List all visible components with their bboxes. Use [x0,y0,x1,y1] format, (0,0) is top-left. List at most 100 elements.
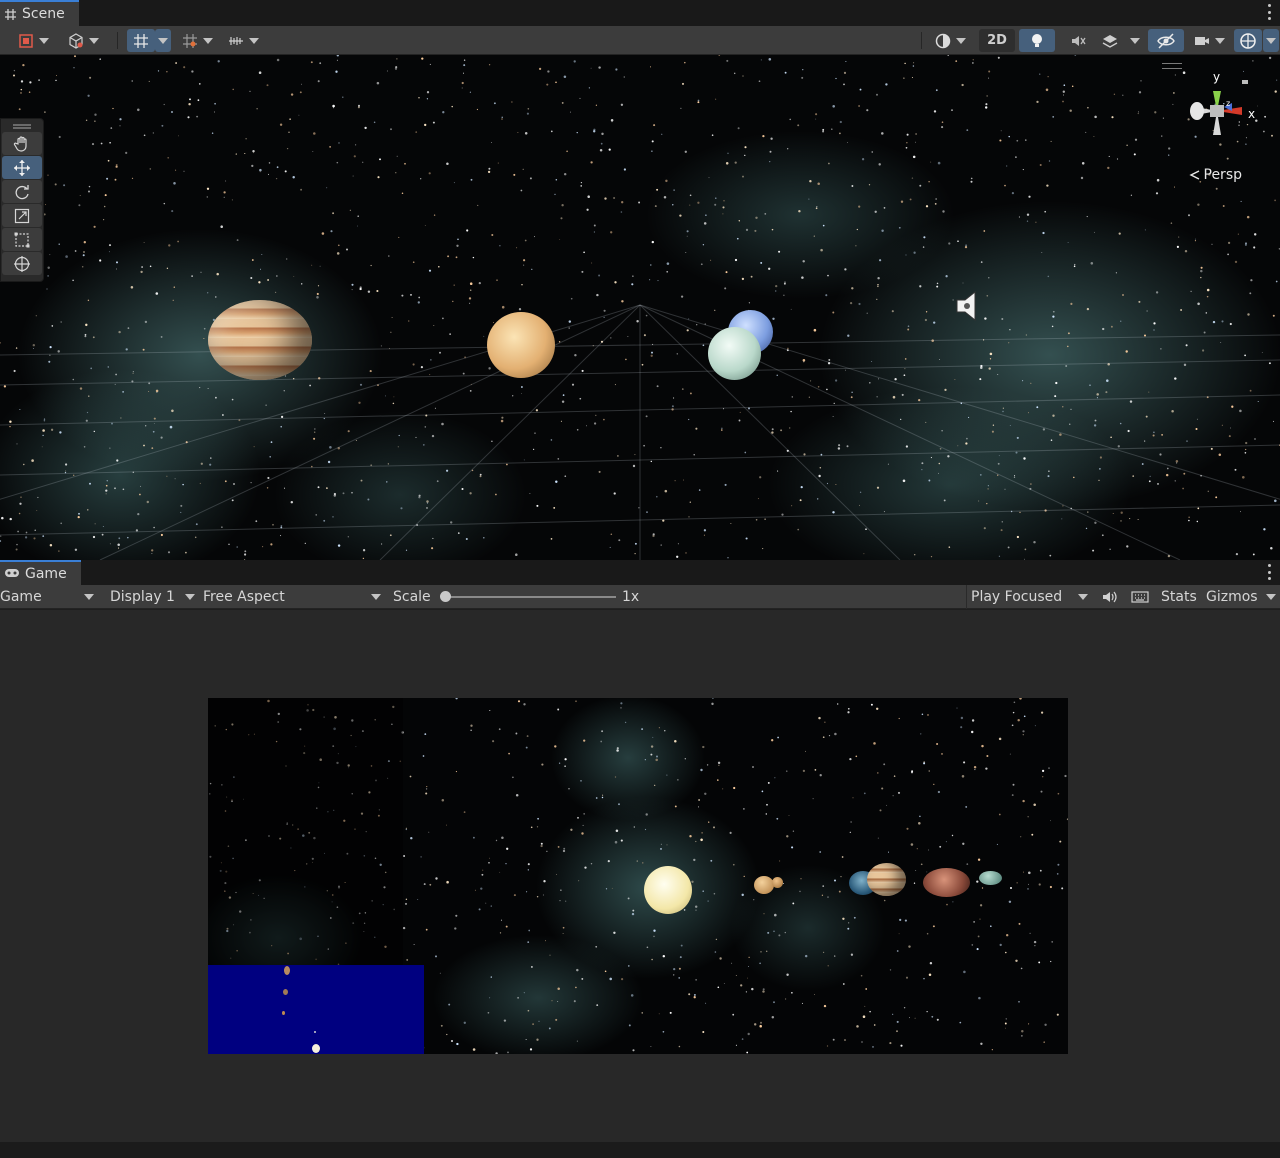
star [645,813,648,816]
rect-tool-button[interactable] [2,228,42,251]
projection-toggle[interactable]: Persp [1188,167,1242,183]
game-mode-dropdown[interactable]: Game [0,585,98,609]
hidden-eye-icon [1157,32,1175,49]
palette-drag-handle[interactable] [1,119,43,131]
grid-ruler-dropdown[interactable] [222,29,264,52]
star [897,791,901,794]
star [847,707,850,710]
scene-kebab-menu-icon[interactable] [1266,4,1272,20]
star [860,974,863,977]
display-dropdown[interactable]: Display 1 [110,585,198,609]
move-tool-button[interactable] [2,156,42,179]
star [786,770,788,772]
minimap-planet [314,1031,316,1033]
game-tab[interactable]: Game [0,560,81,585]
star [717,779,719,781]
star [655,758,658,762]
star [1005,1027,1006,1029]
planet-jupiter[interactable] [208,300,312,380]
gizmos-dropdown[interactable] [1263,29,1279,52]
star [404,902,408,905]
star [850,821,852,823]
effects-dropdown[interactable] [1126,29,1144,52]
star [642,862,644,864]
grid-snapping-dropdown[interactable] [155,29,171,52]
camera-settings-dropdown[interactable] [1188,29,1230,52]
star [557,987,560,991]
scene-viewport[interactable]: y x z Persp [0,55,1280,560]
star [799,890,801,893]
star [853,916,856,919]
star [413,944,415,945]
scene-toolbar: 2D [0,26,1280,55]
star [873,742,876,745]
keyboard-shortcuts-toggle[interactable] [1126,585,1154,609]
star [455,914,458,917]
increment-snap-dropdown[interactable] [176,29,218,52]
star [771,1015,775,1019]
effects-toggle[interactable] [1099,29,1121,52]
gizmos-toggle[interactable] [1234,29,1262,52]
star [1020,967,1023,970]
hand-tool-button[interactable] [2,132,42,155]
star [632,1049,635,1052]
star [678,977,681,979]
star [945,841,947,843]
star [1056,873,1059,875]
planet-venus[interactable] [487,312,555,378]
game-tab-bar: Game [0,560,1280,585]
star [609,977,612,981]
scale-slider-knob[interactable] [440,591,451,602]
star [903,1006,906,1009]
star [428,831,430,833]
overlay-drag-handle[interactable] [1162,63,1182,69]
grid-snapping-toggle[interactable] [127,29,155,52]
star [1041,711,1044,714]
star [926,1011,928,1013]
scene-lighting-toggle[interactable] [1019,29,1055,52]
game-planet-mars [923,868,970,897]
audio-source-icon[interactable] [955,290,981,322]
shading-sphere-dropdown[interactable] [928,29,972,52]
transform-tool-button[interactable] [2,252,42,275]
scale-slider[interactable] [440,585,618,609]
star [546,850,548,852]
star [819,851,822,853]
star [801,1002,803,1004]
star [508,752,510,755]
scene-visibility-toggle[interactable] [1148,29,1184,52]
star [971,719,975,722]
star [849,757,852,761]
aspect-dropdown[interactable]: Free Aspect [203,585,385,609]
star [732,1013,735,1016]
stats-button[interactable]: Stats [1161,585,1197,609]
scene-tab[interactable]: Scene [0,0,79,26]
scale-tool-button[interactable] [2,204,42,227]
star [536,895,539,898]
star [630,994,634,997]
shading-mode-dropdown[interactable] [62,29,104,52]
star [627,965,630,967]
draw-mode-dropdown[interactable] [12,29,54,52]
play-mode-dropdown[interactable]: Play Focused [966,585,1092,609]
gizmos-menu-dropdown[interactable] [1264,585,1278,609]
star [616,749,619,752]
game-kebab-menu-icon[interactable] [1266,564,1272,580]
star [1059,840,1062,843]
rotate-tool-button[interactable] [2,180,42,203]
planet-uranus[interactable] [708,327,761,380]
game-viewport[interactable] [208,698,1068,1054]
star [600,740,603,743]
scene-audio-toggle[interactable] [1060,29,1096,52]
star [542,894,544,896]
star [746,1051,749,1054]
star [423,883,426,886]
star [605,888,608,890]
chevron-down-icon [1215,37,1225,44]
orientation-gizmo[interactable]: y x z [1180,67,1260,157]
gizmos-button[interactable]: Gizmos [1206,585,1258,609]
star [914,1017,916,1019]
scale-icon [14,208,30,223]
toggle-2d-button[interactable]: 2D [979,29,1015,52]
mute-audio-toggle[interactable] [1097,585,1121,609]
